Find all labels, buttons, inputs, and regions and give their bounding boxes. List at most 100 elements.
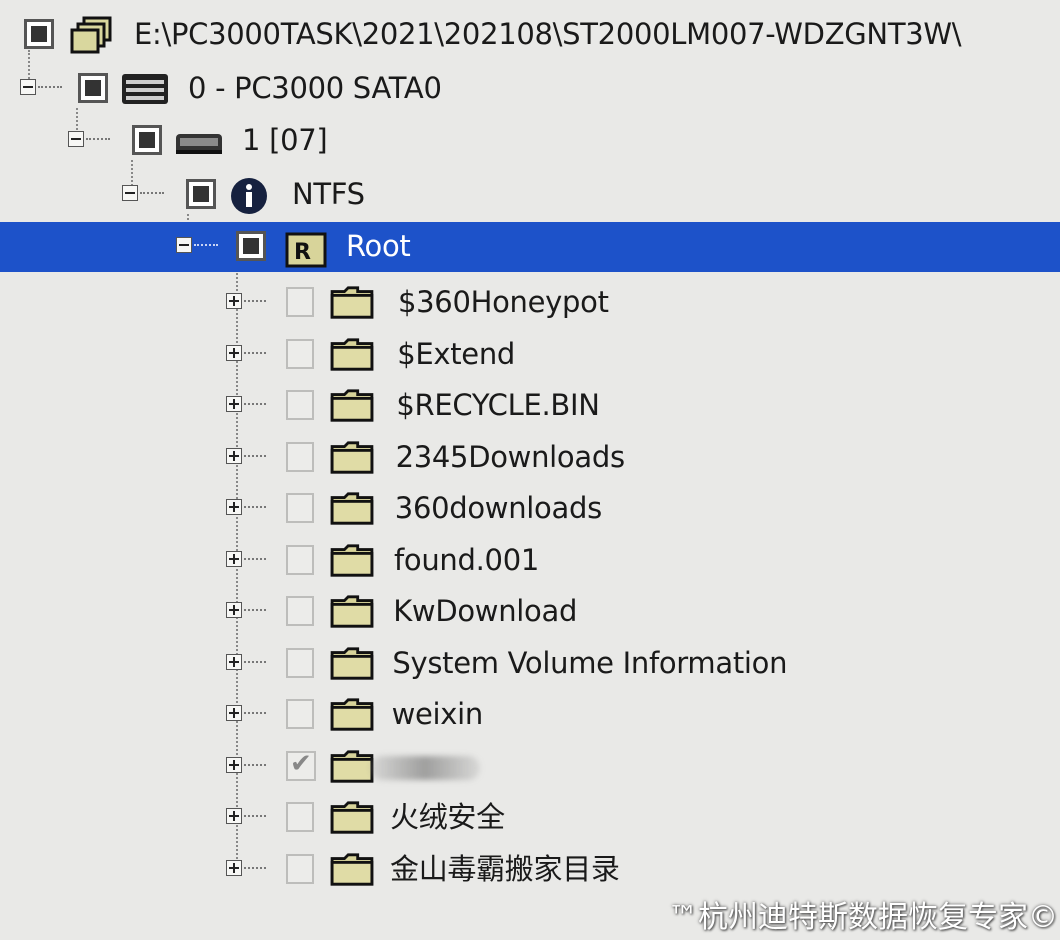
folder-row[interactable]: 360downloads [0, 484, 1060, 534]
folder-checkbox[interactable] [286, 339, 314, 369]
filesystem-label: NTFS [292, 177, 365, 211]
folder-icon [330, 544, 374, 577]
folder-icon [330, 853, 374, 886]
folder-checkbox[interactable] [286, 802, 314, 832]
folder-label: $Extend [397, 337, 516, 371]
root-checkbox[interactable] [236, 231, 266, 261]
folder-row[interactable]: System Volume Information [0, 639, 1060, 689]
folder-checkbox[interactable] [286, 390, 314, 420]
tree-connector [244, 455, 266, 457]
expand-toggle[interactable] [226, 396, 242, 412]
folder-label: System Volume Information [392, 646, 788, 680]
folder-checkbox[interactable]: ✔ [286, 749, 316, 781]
tree-node-device[interactable]: 0 - PC3000 SATA0 [0, 64, 1060, 114]
folder-row[interactable]: 2345Downloads [0, 433, 1060, 483]
folder-icon [330, 389, 374, 422]
expand-toggle[interactable] [226, 860, 242, 876]
folder-icon [330, 801, 374, 834]
tree-connector [244, 764, 266, 766]
tree-node-filesystem[interactable]: NTFS [0, 170, 1060, 220]
folder-row[interactable]: weixin [0, 690, 1060, 740]
folder-icon [330, 338, 374, 371]
tree-connector [244, 712, 266, 714]
collapse-toggle[interactable] [176, 237, 192, 253]
expand-toggle[interactable] [226, 705, 242, 721]
tree-connector [244, 815, 266, 817]
expand-toggle[interactable] [226, 345, 242, 361]
tree-connector [244, 352, 266, 354]
folder-row[interactable]: $360Honeypot [0, 278, 1060, 328]
folder-row[interactable]: 金山毒霸搬家目录 [0, 845, 1060, 895]
expand-toggle[interactable] [226, 293, 242, 309]
expand-toggle[interactable] [226, 808, 242, 824]
folder-label: 2345Downloads [395, 440, 625, 474]
folder-icon [330, 441, 374, 474]
folder-label: 火绒安全 [390, 800, 505, 834]
tree-connector [140, 192, 164, 194]
folder-label: KwDownload [393, 594, 578, 628]
expand-toggle[interactable] [226, 602, 242, 618]
folder-checkbox[interactable] [286, 442, 314, 472]
folder-checkbox[interactable] [286, 287, 314, 317]
folder-label: 金山毒霸搬家目录 [390, 852, 620, 886]
device-label: 0 - PC3000 SATA0 [188, 71, 442, 105]
folder-checkbox[interactable] [286, 699, 314, 729]
folder-icon [330, 492, 374, 525]
folder-label: $RECYCLE.BIN [396, 388, 600, 422]
partition-checkbox[interactable] [132, 125, 162, 155]
folder-label: found.001 [394, 543, 539, 577]
folder-row[interactable]: ✔ [0, 742, 1060, 792]
tree-connector [38, 86, 62, 88]
root-folder-icon: R [285, 232, 327, 268]
tree-node-path[interactable]: E:\PC3000TASK\2021\202108\ST2000LM007-WD… [0, 10, 1060, 60]
folder-checkbox[interactable] [286, 854, 314, 884]
collapse-toggle[interactable] [122, 185, 138, 201]
expand-toggle[interactable] [226, 448, 242, 464]
tree-connector [244, 609, 266, 611]
folder-icon [330, 595, 374, 628]
collapse-toggle[interactable] [20, 79, 36, 95]
expand-toggle[interactable] [226, 499, 242, 515]
path-label: E:\PC3000TASK\2021\202108\ST2000LM007-WD… [134, 17, 962, 51]
folder-row[interactable]: 火绒安全 [0, 793, 1060, 843]
root-label: Root [346, 229, 411, 263]
device-checkbox[interactable] [78, 73, 108, 103]
redacted-label [370, 756, 480, 780]
hard-disk-icon [176, 134, 222, 154]
tree-node-partition[interactable]: 1 [07] [0, 116, 1060, 166]
svg-text:R: R [294, 240, 311, 265]
filesystem-checkbox[interactable] [186, 179, 216, 209]
folder-row[interactable]: $Extend [0, 330, 1060, 380]
expand-toggle[interactable] [226, 551, 242, 567]
folder-checkbox[interactable] [286, 648, 314, 678]
tree-connector [244, 506, 266, 508]
tree-connector [244, 300, 266, 302]
file-tree: E:\PC3000TASK\2021\202108\ST2000LM007-WD… [0, 0, 1060, 940]
tree-connector [86, 138, 110, 140]
folder-icon [330, 286, 374, 319]
tree-connector [244, 867, 266, 869]
folder-row[interactable]: KwDownload [0, 587, 1060, 637]
tree-connector [244, 403, 266, 405]
folder-label: $360Honeypot [398, 285, 609, 319]
watermark-text: ™杭州迪特斯数据恢复专家© [668, 900, 1058, 935]
folder-row[interactable]: $RECYCLE.BIN [0, 381, 1060, 431]
folder-label: weixin [391, 697, 484, 731]
folder-icon [330, 647, 374, 680]
folder-row[interactable]: found.001 [0, 536, 1060, 586]
expand-toggle[interactable] [226, 757, 242, 773]
tree-node-root[interactable]: R Root [0, 222, 1060, 272]
partition-label: 1 [07] [242, 123, 328, 157]
folder-checkbox[interactable] [286, 545, 314, 575]
folder-checkbox[interactable] [286, 596, 314, 626]
collapse-toggle[interactable] [68, 131, 84, 147]
folder-label: 360downloads [394, 491, 602, 525]
path-checkbox[interactable] [24, 19, 54, 49]
tree-connector [244, 661, 266, 663]
folder-checkbox[interactable] [286, 493, 314, 523]
checkmark-icon: ✔ [290, 749, 312, 779]
expand-toggle[interactable] [226, 654, 242, 670]
tree-connector [244, 558, 266, 560]
tree-connector [194, 244, 218, 246]
multi-drive-icon [70, 16, 112, 54]
